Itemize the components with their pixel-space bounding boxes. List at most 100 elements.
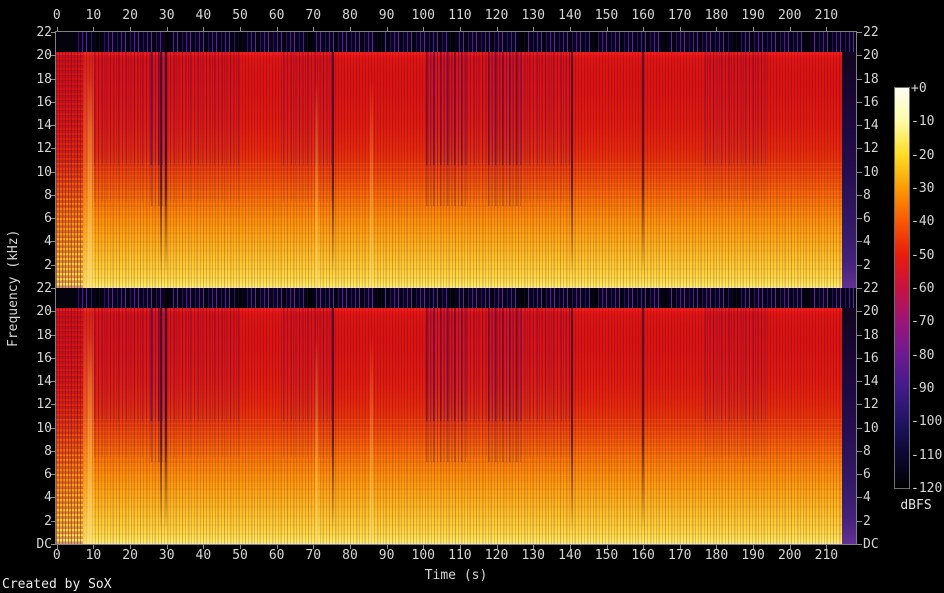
freq-tick-right: [857, 497, 862, 499]
ch2-section-quiet-tail: [426, 421, 467, 463]
ch1-streak-dark: [165, 32, 168, 288]
time-tick-top: [533, 27, 535, 31]
spectrogram-channel-2: [56, 288, 856, 544]
ch2-section-medium-tail: [165, 421, 240, 457]
freq-tick-right: [857, 241, 862, 243]
freq-tick-label-right: DC: [863, 537, 879, 552]
time-tick-label-bottom: 110: [448, 548, 472, 563]
ch1-streak-dark: [642, 32, 645, 288]
ch2-streak-bright: [88, 288, 93, 544]
ch2-section-loud: [768, 288, 843, 544]
freq-tick-right: [857, 474, 862, 476]
ch2-streak-dark: [160, 288, 163, 544]
freq-tick-right: [857, 264, 862, 266]
ch1-section-medium-tail: [466, 165, 489, 201]
time-tick-top: [240, 27, 242, 31]
time-tick-label-top: 60: [268, 8, 285, 23]
time-tick-top: [203, 27, 205, 31]
ch2-section-medium-tail: [283, 421, 335, 457]
time-tick-top: [423, 27, 425, 31]
time-tick-label-bottom: 160: [631, 548, 655, 563]
time-tick-top: [789, 27, 791, 31]
freq-tick-label-left: 20: [36, 304, 52, 320]
time-tick-top: [349, 27, 351, 31]
time-tick-top: [569, 27, 571, 31]
ch1-section-loud: [572, 32, 705, 288]
ch1-section-medium-tail: [94, 165, 152, 201]
ch1-section-medium-tail: [283, 165, 335, 201]
ch1-streak-bright: [314, 32, 318, 288]
colorbar-tick-label: -10: [911, 114, 935, 130]
time-tick-top: [459, 27, 461, 31]
time-tick-label-top: 170: [668, 8, 692, 23]
ch1-section-end: [842, 32, 856, 288]
time-tick-top: [606, 27, 608, 31]
time-tick-label-bottom: 90: [378, 548, 395, 563]
time-tick-top: [753, 27, 755, 31]
freq-tick-label-left: 16: [36, 350, 52, 366]
colorbar-tick-label: -60: [911, 281, 935, 296]
freq-tick-right: [857, 334, 862, 336]
freq-tick-right: [857, 171, 862, 173]
colorbar-tick-label: -80: [911, 347, 935, 363]
time-tick-label-bottom: 150: [594, 548, 619, 563]
freq-tick-right: [857, 450, 862, 452]
freq-tick-right: [857, 32, 862, 33]
time-tick-label-bottom: 210: [814, 548, 839, 563]
ch2-section-loud: [334, 288, 427, 544]
colorbar-tick-label: -110: [911, 447, 943, 463]
freq-tick-label-left: 14: [36, 118, 52, 134]
freq-tick-label-left: 2: [44, 257, 52, 273]
time-tick-label-top: 140: [558, 8, 582, 23]
time-tick-label-top: 90: [378, 8, 395, 23]
freq-tick-right: [857, 427, 862, 429]
colorbar-tick-label: -40: [911, 214, 935, 230]
time-tick-label-top: 120: [484, 8, 509, 23]
ch2-section-quiet-tail: [488, 421, 522, 463]
colorbar-unit-label: dBFS: [900, 498, 932, 513]
ch2-section-medium-tail: [466, 421, 489, 457]
freq-tick-label-right: 22: [863, 25, 879, 40]
ch2-section-medium-tail: [521, 421, 573, 457]
ch2-section-intro: [56, 288, 84, 544]
time-tick-label-bottom: 80: [342, 548, 358, 563]
ch1-section-loud: [334, 32, 427, 288]
x-axis-title: Time (s): [424, 568, 488, 583]
time-tick-label-top: 80: [342, 8, 358, 23]
time-tick-top: [826, 27, 828, 31]
spectrogram-channel-1: [56, 32, 856, 288]
time-tick-label-bottom: 60: [268, 548, 285, 563]
freq-tick-right: [857, 194, 862, 196]
freq-tick-right: [857, 311, 862, 313]
time-tick-label-bottom: 20: [122, 548, 138, 563]
freq-tick-label-left: 16: [36, 94, 52, 110]
ch2-section-medium-tail: [704, 421, 769, 457]
time-tick-label-top: 0: [52, 8, 61, 23]
colorbar-tick-label: -70: [911, 314, 935, 330]
ch1-section-medium-tail: [704, 165, 769, 201]
ch1-section-loud: [239, 32, 284, 288]
colorbar-tick-label: -100: [911, 414, 943, 430]
time-tick-label-top: 200: [777, 8, 802, 23]
time-tick-label-top: 10: [85, 8, 102, 23]
time-tick-top: [276, 27, 278, 31]
freq-tick-label-left: 10: [36, 420, 52, 436]
time-tick-label-bottom: 130: [521, 548, 545, 563]
time-tick-label-top: 20: [122, 8, 138, 23]
freq-tick-label-left: 22: [36, 281, 52, 296]
time-tick-top: [716, 27, 718, 31]
time-tick-label-top: 150: [594, 8, 619, 23]
time-tick-label-bottom: 120: [484, 548, 509, 563]
ch1-section-loud: [768, 32, 843, 288]
colorbar-tick-label: -90: [911, 381, 935, 396]
freq-tick-label-left: 2: [44, 513, 52, 529]
sox-spectrogram-window: Frequency (kHz) 0 0 10 10 20 20 30 30 40 40 50 50 60…: [0, 0, 944, 593]
ch2-section-loud: [239, 288, 284, 544]
freq-tick-right: [857, 55, 862, 57]
colorbar-gradient: [894, 87, 910, 489]
time-tick-label-bottom: 40: [195, 548, 212, 563]
time-tick-label-top: 50: [232, 8, 248, 23]
ch1-section-medium-tail: [521, 165, 573, 201]
ch1-above-cutoff-band: [56, 32, 856, 52]
freq-tick-label-left: 8: [44, 187, 52, 203]
